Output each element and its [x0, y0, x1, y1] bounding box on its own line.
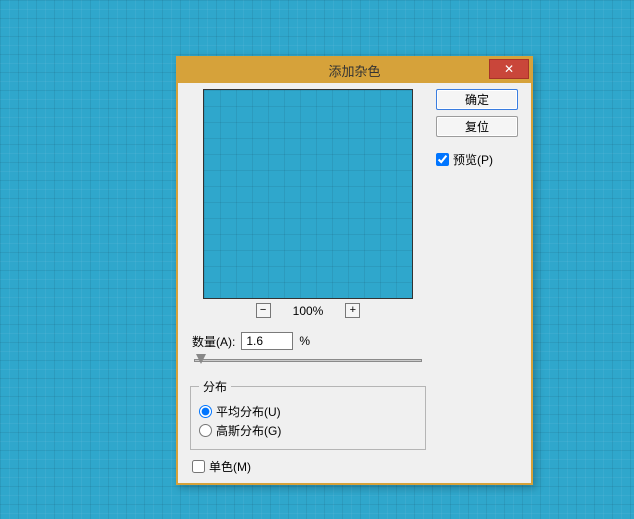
amount-row: 数量(A): % [192, 332, 428, 350]
radio-uniform[interactable]: 平均分布(U) [199, 403, 417, 420]
preview-label: 预览(P) [453, 151, 493, 168]
radio-uniform-input[interactable] [199, 405, 212, 418]
slider-track [194, 359, 422, 362]
left-column: − 100% + 数量(A): % 分布 [188, 89, 428, 475]
plus-icon: + [350, 305, 356, 316]
ok-button-label: 确定 [465, 91, 489, 108]
titlebar[interactable]: 添加杂色 ✕ [178, 58, 531, 83]
radio-gaussian-input[interactable] [199, 424, 212, 437]
zoom-in-button[interactable]: + [345, 303, 360, 318]
mono-label: 单色(M) [209, 458, 251, 475]
slider-thumb[interactable] [196, 354, 206, 364]
right-column: 确定 复位 预览(P) [436, 89, 521, 475]
preview-checkbox[interactable] [436, 153, 449, 166]
reset-button-label: 复位 [465, 118, 489, 135]
distribution-group: 分布 平均分布(U) 高斯分布(G) [190, 378, 426, 450]
close-button[interactable]: ✕ [489, 59, 529, 79]
desktop-background: 添加杂色 ✕ − 100% + 数量(A): [0, 0, 634, 519]
close-icon: ✕ [504, 63, 514, 75]
add-noise-dialog: 添加杂色 ✕ − 100% + 数量(A): [176, 56, 533, 485]
amount-unit: % [299, 334, 310, 348]
preview-image[interactable] [203, 89, 413, 299]
mono-row[interactable]: 单色(M) [192, 458, 428, 475]
radio-gaussian-label: 高斯分布(G) [216, 422, 281, 439]
preview-toggle[interactable]: 预览(P) [436, 151, 493, 168]
radio-gaussian[interactable]: 高斯分布(G) [199, 422, 417, 439]
reset-button[interactable]: 复位 [436, 116, 518, 137]
mono-checkbox[interactable] [192, 460, 205, 473]
minus-icon: − [260, 305, 266, 316]
amount-slider[interactable] [194, 354, 422, 368]
zoom-level: 100% [293, 304, 324, 318]
ok-button[interactable]: 确定 [436, 89, 518, 110]
radio-uniform-label: 平均分布(U) [216, 403, 281, 420]
dialog-body: − 100% + 数量(A): % 分布 [178, 83, 531, 483]
amount-input[interactable] [241, 332, 293, 350]
zoom-controls: − 100% + [188, 303, 428, 318]
distribution-legend: 分布 [199, 378, 231, 395]
amount-label: 数量(A): [192, 333, 235, 350]
dialog-title: 添加杂色 [178, 61, 531, 80]
zoom-out-button[interactable]: − [256, 303, 271, 318]
